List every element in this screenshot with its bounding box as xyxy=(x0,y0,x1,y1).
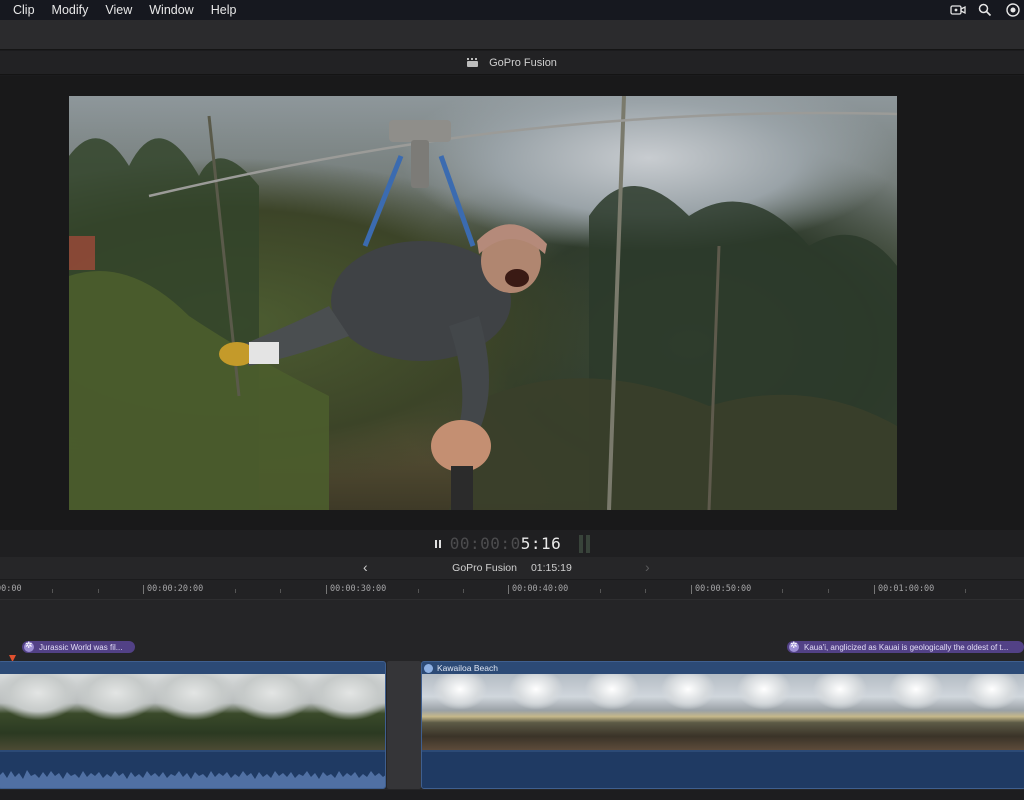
ruler-minor-tick xyxy=(280,589,281,593)
audio-meters xyxy=(579,534,591,553)
menu-status-area xyxy=(950,0,1024,20)
search-icon[interactable] xyxy=(978,3,992,17)
viewer-title: GoPro Fusion xyxy=(489,56,557,69)
menu-help[interactable]: Help xyxy=(211,3,237,17)
ruler-minor-tick xyxy=(828,589,829,593)
clip-thumbnail xyxy=(498,674,574,750)
marker-icon xyxy=(24,640,34,652)
ruler-minor-tick xyxy=(418,589,419,593)
chapter-marker[interactable]: Jurassic World was fil... xyxy=(22,640,135,653)
clip-filmstrip xyxy=(422,674,1024,750)
timeline-clip[interactable]: Kawailoa Beach xyxy=(421,661,1024,789)
clip-thumbnail xyxy=(422,674,498,750)
clip-thumbnail xyxy=(954,674,1024,750)
audio-meter-right xyxy=(586,534,591,553)
timecode-leading: 00:00:0 xyxy=(449,534,521,553)
viewer-title-bar: GoPro Fusion xyxy=(0,51,1024,75)
audio-meter-left xyxy=(579,534,584,553)
marker-text: Kaua'i, anglicized as Kauai is geologica… xyxy=(804,642,1009,652)
ruler-minor-tick xyxy=(600,589,601,593)
timecode-current: 5:16 xyxy=(520,534,562,553)
timeline-clip[interactable] xyxy=(0,661,386,789)
ruler-tick: 00:00:30:00 xyxy=(325,584,387,594)
video-frame[interactable] xyxy=(69,96,897,510)
clip-name: Kawailoa Beach xyxy=(437,663,498,673)
video-scene xyxy=(69,96,897,510)
clip-thumbnail xyxy=(0,674,77,750)
ruler-tick: 00:00:40:00 xyxy=(507,584,569,594)
viewer-spacer xyxy=(0,76,1024,94)
timeline-gap[interactable] xyxy=(387,661,421,789)
pause-icon[interactable] xyxy=(434,539,444,549)
chevron-right-icon[interactable]: › xyxy=(645,559,650,575)
clip-thumbnail xyxy=(802,674,878,750)
ruler-tick: 00:00 xyxy=(0,584,22,594)
ruler-minor-tick xyxy=(98,589,99,593)
clip-thumbnail xyxy=(233,674,311,750)
clip-thumbnail xyxy=(726,674,802,750)
facetime-camera-icon[interactable] xyxy=(950,3,966,17)
clip-filmstrip xyxy=(0,674,385,750)
ruler-minor-tick xyxy=(645,589,646,593)
transport-bar: 00:00:0 5:16 xyxy=(0,530,1024,557)
ruler-minor-tick xyxy=(235,589,236,593)
clapperboard-icon xyxy=(467,58,479,67)
menu-view[interactable]: View xyxy=(105,3,132,17)
menu-window[interactable]: Window xyxy=(149,3,193,17)
marker-text: Jurassic World was fil... xyxy=(39,642,123,652)
clip-thumbnail xyxy=(311,674,385,750)
toolbar xyxy=(0,20,1024,50)
timeline-bottom-edge xyxy=(0,790,1024,800)
clip-audio-track xyxy=(422,752,1024,788)
menu-modify[interactable]: Modify xyxy=(52,3,89,17)
timeline-duration: 01:15:19 xyxy=(530,562,572,574)
chevron-left-icon[interactable]: ‹ xyxy=(363,559,368,575)
ruler-tick: 00:00:20:00 xyxy=(142,584,204,594)
clip-thumbnail xyxy=(650,674,726,750)
clip-audio-waveform xyxy=(0,752,385,788)
clip-thumbnail xyxy=(878,674,954,750)
ruler-minor-tick xyxy=(52,589,53,593)
clip-360-icon xyxy=(424,663,433,673)
clip-label: Kawailoa Beach xyxy=(424,663,498,673)
siri-icon[interactable] xyxy=(1006,3,1020,17)
ruler-tick: 00:01:00:00 xyxy=(873,584,935,594)
menu-clip[interactable]: Clip xyxy=(13,3,35,17)
clip-thumbnail xyxy=(155,674,233,750)
ruler-minor-tick xyxy=(782,589,783,593)
ruler-tick: 00:00:50:00 xyxy=(690,584,752,594)
marker-icon xyxy=(789,640,799,652)
clip-thumbnail xyxy=(77,674,155,750)
chapter-marker[interactable]: Kaua'i, anglicized as Kauai is geologica… xyxy=(787,640,1024,653)
timeline-ruler[interactable]: 00:00 00:00:20:00 00:00:30:00 00:00:40:0… xyxy=(0,580,1024,600)
ruler-minor-tick xyxy=(463,589,464,593)
timeline-project-name: GoPro Fusion xyxy=(452,562,517,574)
ruler-minor-tick xyxy=(965,589,966,593)
timeline-header: ‹ GoPro Fusion 01:15:19 › xyxy=(0,557,1024,579)
menu-bar: Clip Modify View Window Help xyxy=(0,0,1024,20)
clip-thumbnail xyxy=(574,674,650,750)
